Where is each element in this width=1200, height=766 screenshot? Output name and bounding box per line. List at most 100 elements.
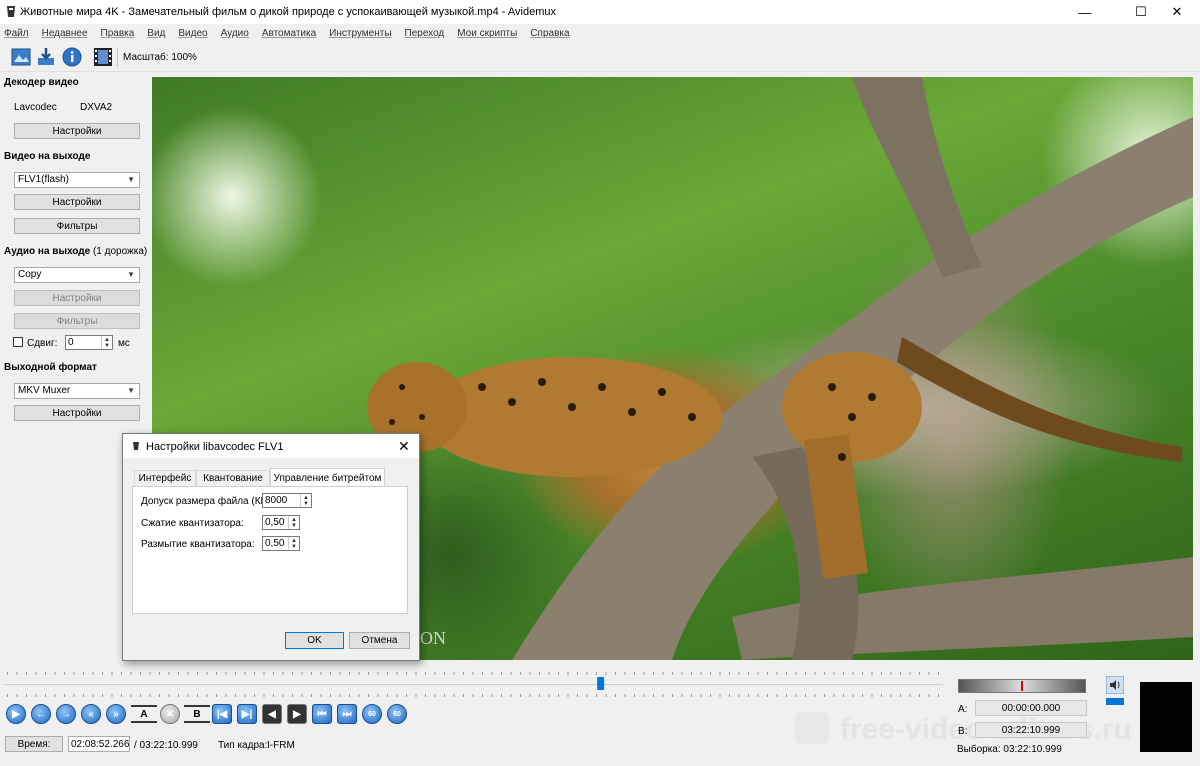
spinner-arrows-icon[interactable]: ▲ ▼ [288,537,299,550]
timeline-tick [814,694,816,697]
timeline-slider[interactable] [5,670,943,700]
timeline-tick [415,694,417,697]
timeline-tick [330,672,331,675]
timeline-tick [776,672,778,675]
play-button[interactable]: ▶ [6,704,26,724]
menu-custom[interactable]: Мои скрипты [457,26,517,42]
menu-video[interactable]: Видео [178,26,207,42]
timeline-tick [605,694,607,697]
timeline-tick [472,672,474,675]
timeline-tick [624,672,626,675]
timeline-tick [197,672,198,675]
video-filters-button[interactable]: Фильтры [14,218,140,234]
timeline-tick [282,672,284,675]
timeline-tick [558,694,559,697]
next-keyframe-button[interactable]: » [106,704,126,724]
back-60s-button[interactable]: 60 [362,704,382,724]
audio-shift-checkbox[interactable] [13,337,23,347]
arrow-left-icon: ← [36,708,46,720]
timeline-tick [187,694,189,697]
timeline-tick [225,694,227,697]
menu-recent[interactable]: Недавнее [42,26,88,42]
timeline-tick [890,672,892,675]
tab-bitrate-control[interactable]: Управление битрейтом [270,468,385,487]
muxer-select[interactable]: MKV Muxer ▼ [14,383,140,399]
previous-keyframe-button[interactable]: « [81,704,101,724]
timeline-tick [567,694,569,697]
forward-60s-button[interactable]: 60 [387,704,407,724]
previous-black-frame-button[interactable]: ◀ [262,704,282,724]
file-size-tolerance-input[interactable]: 8000 ▲ ▼ [262,493,312,508]
timeline-tick [653,672,654,675]
next-frame-button[interactable]: → [56,704,76,724]
tab-interface[interactable]: Интерфейс [134,470,196,486]
info-icon[interactable] [61,46,83,68]
previous-frame-button[interactable]: ← [31,704,51,724]
quantizer-compression-input[interactable]: 0,50 ▲ ▼ [262,515,300,530]
minimize-button[interactable]: — [1062,0,1108,24]
audio-codec-select[interactable]: Copy ▼ [14,267,140,283]
timeline-tick [282,694,284,697]
close-window-button[interactable]: ✕ [1154,0,1200,24]
timeline-tick [662,694,664,697]
timeline-handle[interactable] [597,677,605,690]
goto-start-button[interactable]: ⏮ [312,704,332,724]
timeline-tick [719,672,721,675]
goto-end-button[interactable]: ⏭ [337,704,357,724]
timeline-tick [206,694,208,697]
frame-type-label: Тип кадра: [218,740,268,751]
next-black-frame-button[interactable]: ▶ [287,704,307,724]
reset-markers-button[interactable]: ✕ [160,704,180,724]
menu-edit[interactable]: Правка [101,26,135,42]
video-filmstrip-icon[interactable] [92,46,114,68]
spinner-arrows-icon[interactable]: ▲ ▼ [101,336,112,349]
menu-auto[interactable]: Автоматика [262,26,316,42]
audio-shift-input[interactable]: 0 ▲ ▼ [65,335,113,350]
timeline-tick [491,672,493,675]
timeline-tick [292,694,293,697]
frame-type-value: I-FRM [267,740,295,751]
menu-tools[interactable]: Инструменты [329,26,391,42]
menu-help[interactable]: Справка [530,26,569,42]
timeline-tick [871,694,873,697]
set-marker-b-button[interactable]: B [184,705,210,723]
save-file-icon[interactable] [35,46,57,68]
set-marker-a-button[interactable]: A [131,705,157,723]
timeline-tick [700,672,702,675]
spinner-arrows-icon[interactable]: ▲ ▼ [288,516,299,529]
title-bar: Животные мира 4K - Замечательный фильм о… [0,0,1200,24]
open-file-icon[interactable] [10,46,32,68]
goto-marker-b-button[interactable]: ▶| [237,704,257,724]
audio-settings-button[interactable]: Настройки [14,290,140,306]
timeline-tick [187,672,189,675]
ok-button[interactable]: OK [285,632,344,649]
quantizer-blur-input[interactable]: 0,50 ▲ ▼ [262,536,300,551]
goto-marker-a-button[interactable]: |◀ [212,704,232,724]
timeline-tick [510,672,512,675]
timeline-tick [643,672,645,675]
timeline-tick [415,672,417,675]
menu-file[interactable]: Файл [4,26,29,42]
timeline-tick [862,694,863,697]
decoder-settings-button[interactable]: Настройки [14,123,140,139]
timeline-tick [406,694,407,697]
muxer-settings-button[interactable]: Настройки [14,405,140,421]
timeline-tick [463,672,464,675]
timeline-tick [805,694,806,697]
dialog-close-button[interactable]: ✕ [398,438,410,455]
cancel-button[interactable]: Отмена [349,632,410,649]
audio-filters-button[interactable]: Фильтры [14,313,140,329]
volume-slider-handle[interactable] [1106,698,1124,705]
menu-go[interactable]: Переход [405,26,445,42]
video-settings-button[interactable]: Настройки [14,194,140,210]
current-time-input[interactable]: 02:08:52.266 [68,736,130,752]
menu-audio[interactable]: Аудио [221,26,249,42]
time-button[interactable]: Время: [5,736,63,752]
video-codec-select[interactable]: FLV1(flash) ▼ [14,172,140,188]
timeline-tick [254,672,255,675]
menu-view[interactable]: Вид [147,26,165,42]
spinner-arrows-icon[interactable]: ▲ ▼ [300,494,311,507]
tab-quantization[interactable]: Квантование [196,470,270,486]
dialog-title-bar: Настройки libavcodec FLV1 ✕ [123,434,419,458]
speaker-icon[interactable] [1106,676,1124,694]
